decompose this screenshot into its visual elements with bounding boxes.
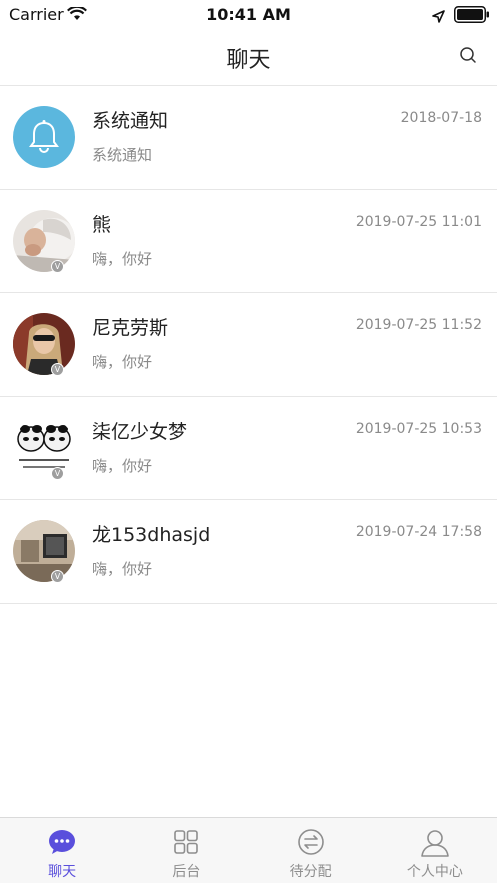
chat-time: 2019-07-25 10:53: [355, 420, 482, 437]
verified-badge: V: [51, 570, 64, 583]
chat-preview: 嗨，你好: [92, 249, 153, 268]
chat-list: 系统通知 2018-07-18 系统通知 V 熊 2019-07-25 11:0…: [0, 86, 497, 604]
chat-bubble-icon: [48, 828, 76, 860]
avatar: [13, 313, 75, 375]
chat-time: 2019-07-25 11:01: [355, 213, 482, 230]
tab-label: 聊天: [48, 864, 77, 880]
chat-name: 系统通知: [92, 110, 169, 132]
verified-badge: V: [51, 259, 64, 273]
battery-icon: [454, 6, 490, 27]
tab-bar: 聊天 后台 待分配 个人中心: [0, 817, 497, 883]
status-bar: Carrier 10:41 AM: [0, 0, 497, 30]
chat-preview: 嗨，你好: [92, 560, 153, 578]
chat-item-bear[interactable]: V 熊 2019-07-25 11:01 嗨，你好: [0, 190, 497, 293]
chat-item-dream[interactable]: V 柒亿少女梦 2019-07-25 10:53 嗨，你好: [0, 397, 497, 500]
navigation-bar: 聊天: [0, 30, 497, 86]
avatar: [13, 209, 75, 272]
chat-preview: 嗨，你好: [92, 456, 153, 475]
page-title: 聊天: [226, 48, 271, 73]
chat-time: 2019-07-25 11:52: [355, 317, 482, 333]
person-icon: [420, 828, 450, 862]
chat-preview: 嗨，你好: [92, 353, 153, 371]
search-icon[interactable]: [459, 46, 477, 68]
chat-preview: 系统通知: [92, 146, 153, 164]
chat-item-long[interactable]: V 龙153dhasjd 2019-07-24 17:58 嗨，你好: [0, 500, 497, 604]
chat-name: 尼克劳斯: [92, 317, 169, 339]
tab-label: 个人中心: [406, 864, 463, 880]
chat-item-nicholas[interactable]: V 尼克劳斯 2019-07-25 11:52 嗨，你好: [0, 293, 497, 397]
avatar: [13, 106, 75, 168]
location-arrow-icon: [432, 8, 445, 27]
grid-icon: [172, 828, 200, 860]
tab-pending[interactable]: 待分配: [249, 818, 373, 883]
tab-chat[interactable]: 聊天: [0, 818, 124, 883]
chat-name: 熊: [92, 213, 112, 236]
tab-backend[interactable]: 后台: [124, 818, 248, 883]
tab-profile[interactable]: 个人中心: [373, 818, 497, 883]
verified-badge: V: [51, 363, 64, 376]
clock-time: 10:41 AM: [206, 5, 291, 24]
chat-name: 柒亿少女梦: [92, 420, 188, 443]
chat-item-system-notice[interactable]: 系统通知 2018-07-18 系统通知: [0, 86, 497, 190]
swap-arrows-icon: [297, 828, 325, 860]
tab-label: 后台: [172, 864, 201, 880]
avatar: [13, 520, 75, 582]
chat-time: 2018-07-18: [400, 110, 482, 126]
tab-label: 待分配: [289, 864, 332, 880]
verified-badge: V: [51, 466, 64, 480]
chat-name: 龙153dhasjd: [92, 524, 211, 546]
avatar: [13, 416, 75, 479]
chat-time: 2019-07-24 17:58: [355, 524, 482, 540]
